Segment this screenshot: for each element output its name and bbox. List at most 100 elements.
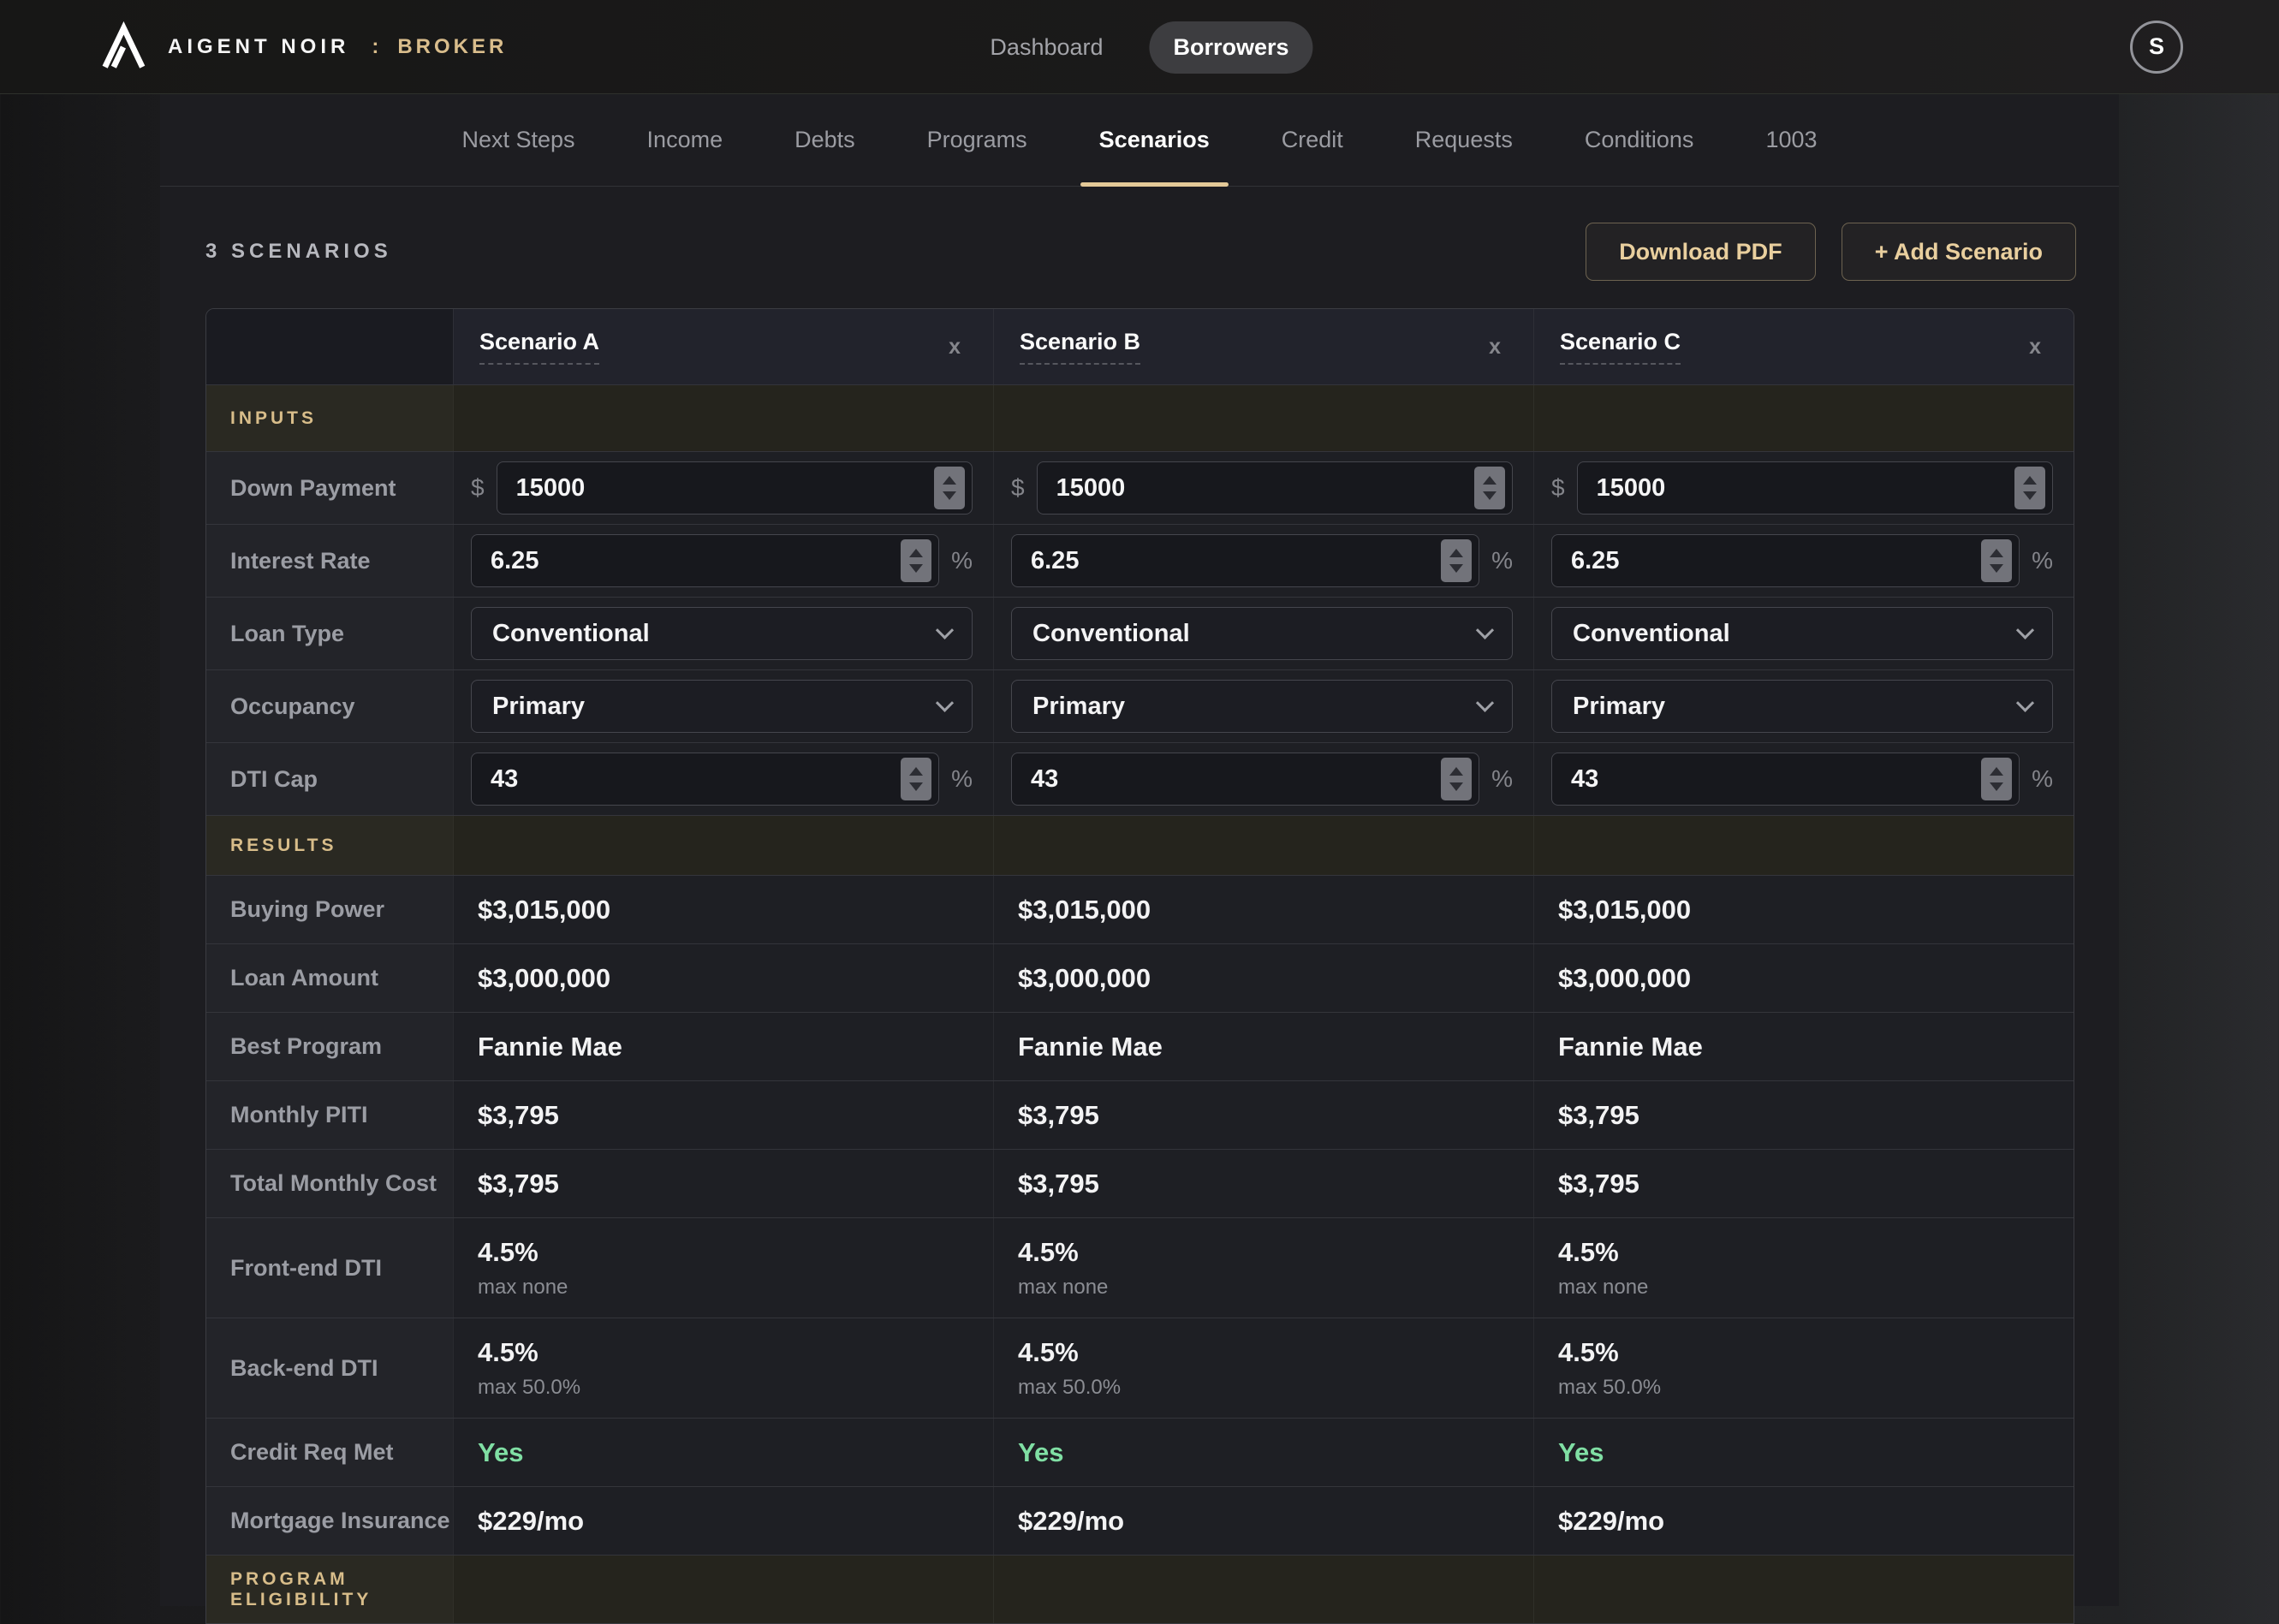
occupancy-select-a[interactable]: Primary <box>471 680 973 733</box>
stepper-up-icon <box>943 476 956 485</box>
close-scenario-b-button[interactable]: x <box>1482 331 1508 363</box>
down-payment-input-b[interactable] <box>1038 462 1512 514</box>
tab-bar: Next Steps Income Debts Programs Scenarios Cr… <box>160 94 2119 187</box>
tab-1003[interactable]: 1003 <box>1757 94 1825 186</box>
result-subvalue: max 50.0% <box>478 1376 580 1400</box>
tab-requests[interactable]: Requests <box>1407 94 1521 186</box>
section-fill-cell <box>1533 1556 2074 1623</box>
interest-rate-input-b[interactable] <box>1012 535 1479 586</box>
occupancy-select-b[interactable]: Primary <box>1011 680 1513 733</box>
down-payment-input-c[interactable] <box>1578 462 2052 514</box>
tab-income[interactable]: Income <box>639 94 732 186</box>
input-cell: Conventional <box>1533 598 2074 669</box>
section-label-cell: INPUTS <box>206 385 453 451</box>
tab-debts[interactable]: Debts <box>786 94 864 186</box>
interest-rate-input-a[interactable] <box>472 535 938 586</box>
chevron-down-icon <box>1476 621 1494 639</box>
input-cell: $ <box>453 452 993 524</box>
stepper-down-icon <box>1483 491 1497 500</box>
result-value: $3,795 <box>478 1169 559 1199</box>
row-label: DTI Cap <box>206 743 453 815</box>
percent-suffix: % <box>2032 547 2053 574</box>
toolbar-actions: Download PDF + Add Scenario <box>1586 223 2076 281</box>
row-label: Mortgage Insurance <box>206 1487 453 1555</box>
percent-suffix: % <box>951 765 973 793</box>
currency-prefix: $ <box>471 474 485 502</box>
tab-credit[interactable]: Credit <box>1273 94 1352 186</box>
number-stepper[interactable] <box>2014 467 2045 509</box>
number-stepper[interactable] <box>1981 758 2012 800</box>
close-scenario-c-button[interactable]: x <box>2022 331 2048 363</box>
result-cell: $229/mo <box>453 1487 993 1555</box>
section-label-cell: PROGRAM ELIGIBILITY <box>206 1556 453 1623</box>
scenario-name-b[interactable]: Scenario B <box>1020 329 1140 365</box>
dti-cap-input-b[interactable] <box>1012 753 1479 805</box>
loan-type-select-c[interactable]: Conventional <box>1551 607 2053 660</box>
result-cell: Yes <box>453 1419 993 1486</box>
stepper-up-icon <box>909 767 923 776</box>
tab-programs[interactable]: Programs <box>919 94 1036 186</box>
number-stepper[interactable] <box>1474 467 1505 509</box>
occupancy-select-c[interactable]: Primary <box>1551 680 2053 733</box>
loan-type-select-b[interactable]: Conventional <box>1011 607 1513 660</box>
row-label: Loan Type <box>206 598 453 669</box>
close-scenario-a-button[interactable]: x <box>942 331 967 363</box>
section-label: INPUTS <box>230 408 317 429</box>
stepper-up-icon <box>1990 767 2003 776</box>
result-cell: $3,000,000 <box>453 944 993 1012</box>
result-subvalue: max none <box>1558 1276 1648 1300</box>
nav-item-dashboard[interactable]: Dashboard <box>966 21 1127 74</box>
scenario-header-a: Scenario A x <box>453 309 993 384</box>
number-stepper[interactable] <box>1441 758 1472 800</box>
input-cell: % <box>453 525 993 597</box>
tab-next-steps[interactable]: Next Steps <box>453 94 583 186</box>
input-cell: Primary <box>993 670 1533 742</box>
result-cell: $3,015,000 <box>993 876 1533 943</box>
nav-item-borrowers[interactable]: Borrowers <box>1150 21 1313 74</box>
result-value: Fannie Mae <box>478 1032 622 1062</box>
input-cell: % <box>1533 525 2074 597</box>
result-value: 4.5% <box>1018 1337 1079 1368</box>
tab-scenarios[interactable]: Scenarios <box>1091 94 1218 186</box>
content-area: 3 SCENARIOS Download PDF + Add Scenario … <box>160 223 2119 1624</box>
down-payment-input-a[interactable] <box>497 462 972 514</box>
stepper-down-icon <box>1449 782 1463 791</box>
loan-type-select-a[interactable]: Conventional <box>471 607 973 660</box>
stepper-down-icon <box>909 782 923 791</box>
result-cell: 4.5% max none <box>993 1218 1533 1318</box>
result-row-monthly-piti: Monthly PITI$3,795$3,795$3,795 <box>206 1080 2074 1149</box>
result-cell: $3,795 <box>993 1150 1533 1217</box>
section-label-cell: RESULTS <box>206 816 453 875</box>
number-stepper[interactable] <box>934 467 965 509</box>
scenario-name-c[interactable]: Scenario C <box>1560 329 1681 365</box>
scenario-name-a[interactable]: Scenario A <box>479 329 599 365</box>
select-value: Primary <box>492 693 585 721</box>
number-stepper[interactable] <box>901 539 931 582</box>
dti-cap-input-a[interactable] <box>472 753 938 805</box>
result-value: 4.5% <box>1018 1237 1079 1268</box>
number-stepper[interactable] <box>1441 539 1472 582</box>
result-cell: 4.5%max none <box>453 1218 993 1318</box>
number-stepper[interactable] <box>1981 539 2012 582</box>
section-label: RESULTS <box>230 836 336 856</box>
download-pdf-button[interactable]: Download PDF <box>1586 223 1816 281</box>
interest-rate-input-c[interactable] <box>1552 535 2019 586</box>
avatar[interactable]: S <box>2130 21 2183 74</box>
input-cell: % <box>993 525 1533 597</box>
input-cell: Primary <box>453 670 993 742</box>
scenario-header-b: Scenario B x <box>993 309 1533 384</box>
row-label: Loan Amount <box>206 944 453 1012</box>
input-cell: Primary <box>1533 670 2074 742</box>
section-fill-cell <box>993 385 1533 451</box>
percent-suffix: % <box>1491 765 1513 793</box>
stepper-up-icon <box>2023 476 2037 485</box>
dti-cap-input-c[interactable] <box>1552 753 2019 805</box>
tab-conditions[interactable]: Conditions <box>1576 94 1703 186</box>
add-scenario-button[interactable]: + Add Scenario <box>1842 223 2076 281</box>
result-row-credit-req-met: Credit Req MetYesYesYes <box>206 1418 2074 1486</box>
result-cell: $3,000,000 <box>1533 944 2074 1012</box>
result-value: Fannie Mae <box>1558 1032 1703 1062</box>
number-stepper[interactable] <box>901 758 931 800</box>
result-subvalue: max none <box>1018 1276 1108 1300</box>
brand-mode: BROKER <box>397 35 507 59</box>
